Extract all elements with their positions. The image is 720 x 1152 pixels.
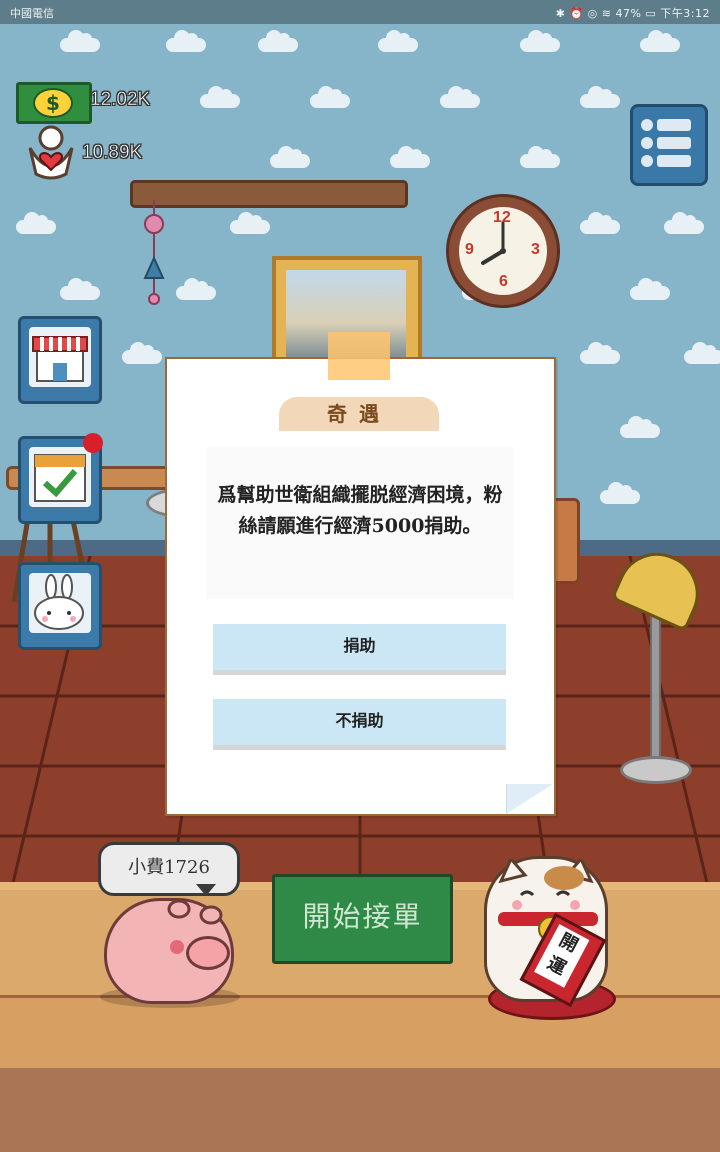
dialog-message: 爲幫助世衛組織擺脱經濟困境，粉絲請願進行經濟5000捐助。 <box>217 484 503 537</box>
bunny-icon <box>29 573 91 633</box>
shop-button[interactable] <box>18 316 102 404</box>
status-icons: ✱ ⏰ ◎ ≋ 47% ▭ 下午3:12 <box>555 7 710 20</box>
tape-decoration <box>328 332 390 380</box>
cat-patch <box>544 866 584 890</box>
start-orders-button[interactable]: 開始接單 <box>272 874 453 964</box>
floor-bottom <box>0 1068 720 1152</box>
money-counter: 12.02K <box>90 89 151 111</box>
fans-counter: 10.89K <box>82 142 143 164</box>
status-bar: 中國電信 ✱ ⏰ ◎ ≋ 47% ▭ 下午3:12 <box>0 0 720 24</box>
donate-button[interactable]: 捐助 <box>213 624 506 675</box>
character-button[interactable] <box>18 562 102 650</box>
tip-bubble[interactable]: 小費1726 <box>98 842 240 896</box>
wall-shelf <box>130 180 408 208</box>
money-icon: $ <box>16 82 92 124</box>
wall-clock: 12 3 6 9 <box>446 194 560 308</box>
fans-heart-icon <box>26 124 76 180</box>
dollar-icon: $ <box>33 88 73 118</box>
dialog-title: 奇遇 <box>279 397 439 431</box>
wind-chime-icon <box>140 200 168 308</box>
shop-icon <box>29 327 91 387</box>
floor-lamp-pole <box>650 600 661 764</box>
pig-nose <box>186 936 230 970</box>
decline-button[interactable]: 不捐助 <box>213 699 506 750</box>
carrier-label: 中國電信 <box>10 7 54 20</box>
notification-dot <box>83 433 103 453</box>
tip-bubble-tail <box>196 884 216 896</box>
menu-button[interactable] <box>630 104 708 186</box>
calendar-check-icon <box>29 447 91 507</box>
floor-lamp-base <box>620 756 692 784</box>
